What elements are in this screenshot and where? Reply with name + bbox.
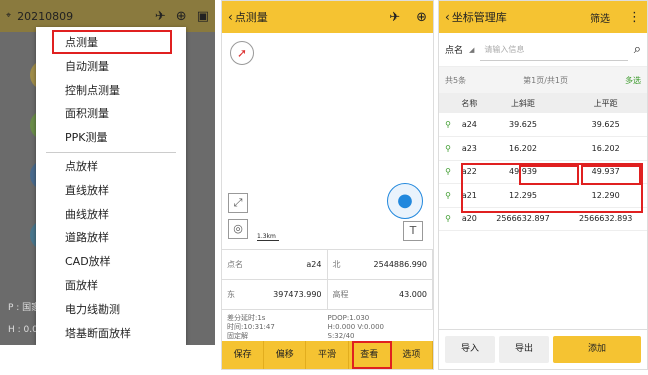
measure-menu-screen: ⌖ 20210809 ✈ ⊕ ▣ P : 国家 H : 0.0 点测量 自动测量…	[0, 0, 215, 345]
info-bar: 共5条 第1页/共1页 多选	[439, 67, 647, 93]
smooth-button[interactable]: 平滑	[306, 341, 349, 369]
record-count: 共5条	[445, 75, 467, 85]
offset-button[interactable]: 偏移	[264, 341, 307, 369]
page-title: 坐标管理库	[451, 11, 507, 24]
point-icon: ⚲	[439, 113, 457, 137]
field-row: 东 397473.990 高程 43.000	[222, 279, 433, 309]
menu-item[interactable]: 自动测量	[36, 55, 186, 79]
date-label: 20210809	[17, 9, 74, 23]
menu-item[interactable]: CAD放样	[36, 250, 186, 274]
status-info: 差分延时:1s 时间:10:31:47 固定解 PDOP:1.030 H:0.0…	[222, 309, 433, 345]
diff-delay: 差分延时:1s	[227, 314, 266, 322]
gps-icon: ⌖	[6, 11, 12, 21]
menu-item[interactable]: 点放样	[36, 155, 186, 179]
survey-menu: 点测量 自动测量 控制点测量 面积测量 PPK测量 点放样 直线放样 曲线放样 …	[36, 27, 186, 345]
field-label: 点名	[227, 260, 243, 269]
time: 时间:10:31:47	[227, 323, 275, 331]
map-view[interactable]: ➚ ⤢ ◎ 1.3km ● T	[222, 33, 433, 249]
back-icon[interactable]: ‹	[445, 10, 450, 24]
more-icon[interactable]: ⋮	[628, 10, 641, 25]
highlight-box	[581, 165, 641, 185]
highlight-box	[519, 165, 579, 185]
search-field-select[interactable]: 点名	[445, 43, 463, 56]
menu-item[interactable]: 控制点测量	[36, 79, 186, 103]
point-icon: ⚲	[439, 207, 457, 231]
menu-item[interactable]: 道路放样	[36, 226, 186, 250]
filter-button[interactable]: 筛选	[590, 10, 610, 25]
col-name: 名称	[457, 93, 482, 113]
table-row[interactable]: ⚲ a23 16.202 16.202	[439, 136, 647, 161]
pdop: PDOP:1.030	[327, 314, 370, 322]
search-input[interactable]: 请输入信息	[480, 39, 628, 61]
p3-header: ‹ 坐标管理库 筛选 ⋮	[439, 1, 647, 33]
export-button[interactable]: 导出	[499, 336, 549, 363]
cell: 39.625	[564, 113, 647, 137]
add-button[interactable]: 添加	[553, 336, 641, 363]
import-button[interactable]: 导入	[445, 336, 495, 363]
locate-icon[interactable]: ◎	[228, 219, 248, 239]
save-button[interactable]: 保存	[222, 341, 265, 369]
field-panel: 点名 a24 北 2544886.990 东 397473.990 高程 43.000 …	[222, 249, 433, 345]
scale-bar: 1.3km	[257, 233, 279, 241]
field-label: 北	[332, 260, 341, 269]
point-icon: ⚲	[439, 136, 457, 161]
field-value: a24	[306, 260, 322, 269]
footer-bar: 导入 导出 添加	[439, 329, 647, 369]
hv: H:0.000 V:0.000	[327, 323, 385, 331]
action-bar: 保存 偏移 平滑 查看 选项	[222, 341, 433, 369]
page-title: 点测量	[234, 11, 268, 24]
satellite-icon[interactable]: ✈	[155, 9, 166, 24]
highlight-box	[352, 341, 392, 369]
col-horizontal: 上平距	[564, 93, 647, 113]
search-bar: 点名 ◢ 请输入信息 ⌕	[439, 33, 647, 67]
cell: 39.625	[481, 113, 565, 137]
table-row[interactable]: ⚲ a24 39.625 39.625	[439, 113, 647, 137]
antenna-icon[interactable]: ⊕	[416, 10, 427, 25]
cell: 16.202	[564, 136, 647, 161]
antenna-icon[interactable]: ⊕	[176, 9, 187, 24]
coordinate-library-screen: ‹ 坐标管理库 筛选 ⋮ 点名 ◢ 请输入信息 ⌕ 共5条 第1页/共1页 多选…	[438, 0, 648, 370]
dropdown-icon[interactable]: ◢	[469, 46, 474, 54]
search-icon[interactable]: ⌕	[634, 42, 641, 57]
divider	[46, 151, 176, 153]
point-measure-screen: ‹ 点测量 ✈ ⊕ ➚ ⤢ ◎ 1.3km ● T 点名 a24 北 2544886…	[221, 0, 434, 370]
location-pin-icon[interactable]: ●	[387, 183, 423, 219]
menu-item[interactable]: PPK测量	[36, 126, 186, 150]
highlight-box	[52, 30, 172, 54]
menu-item[interactable]: 面积测量	[36, 102, 186, 126]
field-label: 东	[227, 290, 235, 299]
satellite-icon[interactable]: ✈	[389, 10, 400, 25]
multi-select-button[interactable]: 多选	[625, 75, 641, 86]
field-row: 点名 a24 北 2544886.990	[222, 249, 433, 279]
field-value: 397473.990	[273, 290, 322, 299]
menu-item[interactable]: 电力线勘测	[36, 298, 186, 322]
fullscreen-icon[interactable]: ⤢	[228, 193, 248, 213]
col-slope: 上斜距	[481, 93, 565, 113]
settings-icon[interactable]: ▣	[197, 9, 209, 24]
text-icon[interactable]: T	[403, 221, 423, 241]
menu-item[interactable]: 直线放样	[36, 179, 186, 203]
cell: a24	[457, 113, 482, 137]
field-label: 高程	[332, 290, 349, 299]
back-icon[interactable]: ‹	[228, 10, 233, 24]
options-button[interactable]: 选项	[391, 341, 433, 369]
cell: a23	[457, 136, 482, 161]
menu-item[interactable]: 曲线放样	[36, 203, 186, 227]
point-icon: ⚲	[439, 183, 457, 208]
cell: 16.202	[481, 136, 565, 161]
field-value: 2544886.990	[373, 260, 427, 269]
p2-header: ‹ 点测量 ✈ ⊕	[222, 1, 433, 33]
table-header: 名称 上斜距 上平距	[439, 93, 647, 113]
solution: 固定解	[227, 332, 248, 340]
field-value: 43.000	[399, 290, 427, 299]
bg-text-h: H : 0.0	[8, 325, 38, 335]
point-icon: ⚲	[439, 160, 457, 184]
satellites: S:32/40	[327, 332, 355, 340]
compass-icon[interactable]: ➚	[230, 41, 254, 65]
menu-item[interactable]: 面放样	[36, 274, 186, 298]
page-indicator: 第1页/共1页	[523, 75, 568, 85]
menu-item[interactable]: 塔基断面放样	[36, 322, 186, 345]
